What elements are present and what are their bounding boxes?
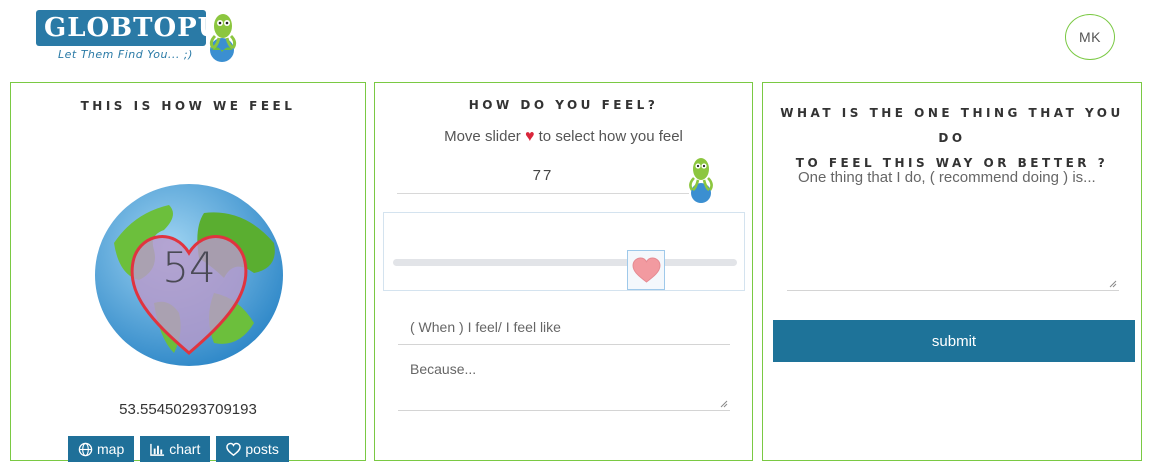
- feeling-value: 77: [532, 167, 554, 184]
- slider-track[interactable]: [393, 259, 737, 266]
- slider-instruction: Move slider ♥ to select how you feel: [375, 128, 752, 146]
- logo-banner: GLOBTOPUS: [36, 10, 240, 46]
- feeling-slider[interactable]: [383, 212, 745, 291]
- because-placeholder: Because...: [410, 361, 477, 377]
- resize-handle-icon[interactable]: [1109, 280, 1117, 288]
- slider-heart-thumb[interactable]: [627, 250, 665, 290]
- globe-icon: [78, 442, 93, 456]
- recommendation-textarea[interactable]: One thing that I do, ( recommend doing )…: [787, 167, 1119, 291]
- user-avatar[interactable]: MK: [1065, 14, 1115, 60]
- because-textarea[interactable]: Because...: [398, 353, 730, 411]
- view-buttons: map chart posts: [68, 436, 289, 462]
- panel-title: THIS IS HOW WE FEEL: [80, 99, 296, 113]
- your-feeling-panel: HOW DO YOU FEEL? Move slider ♥ to select…: [374, 82, 753, 461]
- feeling-value-display: 77: [397, 161, 689, 194]
- panel-title: HOW DO YOU FEEL?: [468, 98, 659, 112]
- octopus-mascot-icon: [689, 158, 713, 203]
- heart-icon: ♥: [524, 128, 535, 145]
- posts-button[interactable]: posts: [216, 436, 289, 462]
- world-average-rounded: 54: [162, 243, 216, 292]
- chart-button[interactable]: chart: [140, 436, 211, 462]
- panel-title-line1: WHAT IS THE ONE THING THAT YOU DO: [780, 106, 1124, 145]
- panel-title: WHAT IS THE ONE THING THAT YOU DO TO FEE…: [763, 101, 1141, 176]
- heart-outline-icon: [226, 442, 242, 456]
- recommendation-panel: WHAT IS THE ONE THING THAT YOU DO TO FEE…: [762, 82, 1142, 461]
- posts-button-label: posts: [245, 441, 279, 457]
- chart-button-label: chart: [169, 441, 201, 457]
- globtopus-logo[interactable]: GLOBTOPUS Let Them Find You... ;): [36, 10, 242, 65]
- instruction-before: Move slider: [444, 128, 521, 145]
- submit-button[interactable]: submit: [773, 320, 1135, 362]
- map-button[interactable]: map: [68, 436, 135, 462]
- octopus-mascot-icon: [209, 14, 237, 62]
- world-globe: 54: [94, 183, 284, 367]
- resize-handle-icon[interactable]: [720, 400, 728, 408]
- logo-tagline: Let Them Find You... ;): [58, 48, 193, 61]
- bar-chart-icon: [150, 443, 165, 456]
- user-initials: MK: [1079, 29, 1101, 45]
- map-button-label: map: [97, 441, 125, 457]
- feel-input[interactable]: ( When ) I feel/ I feel like: [398, 307, 730, 345]
- instruction-after: to select how you feel: [538, 128, 683, 145]
- recommendation-placeholder: One thing that I do, ( recommend doing )…: [798, 169, 1096, 186]
- world-feeling-panel: THIS IS HOW WE FEEL 54 53.55450293709193: [10, 82, 366, 462]
- heart-icon: [632, 257, 661, 283]
- world-average-exact: 53.55450293709193: [119, 401, 257, 418]
